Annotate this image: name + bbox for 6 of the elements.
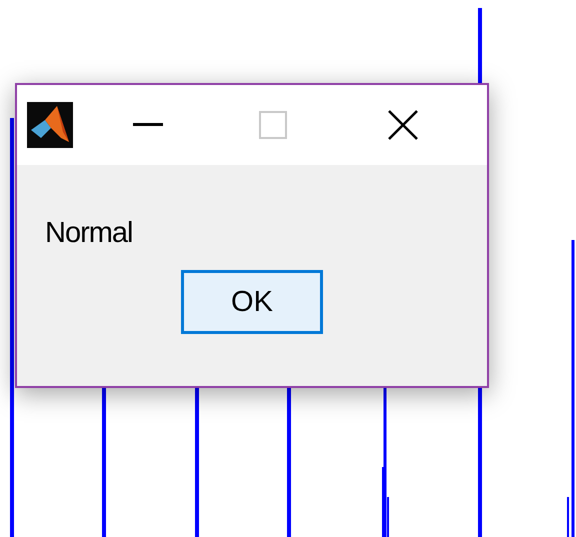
- message-text: Normal: [45, 217, 132, 250]
- close-icon[interactable]: [388, 110, 418, 140]
- stem-line: [567, 497, 569, 537]
- app-logo-icon: [27, 102, 73, 148]
- ok-button[interactable]: OK: [181, 270, 323, 334]
- minimize-icon[interactable]: [133, 123, 163, 127]
